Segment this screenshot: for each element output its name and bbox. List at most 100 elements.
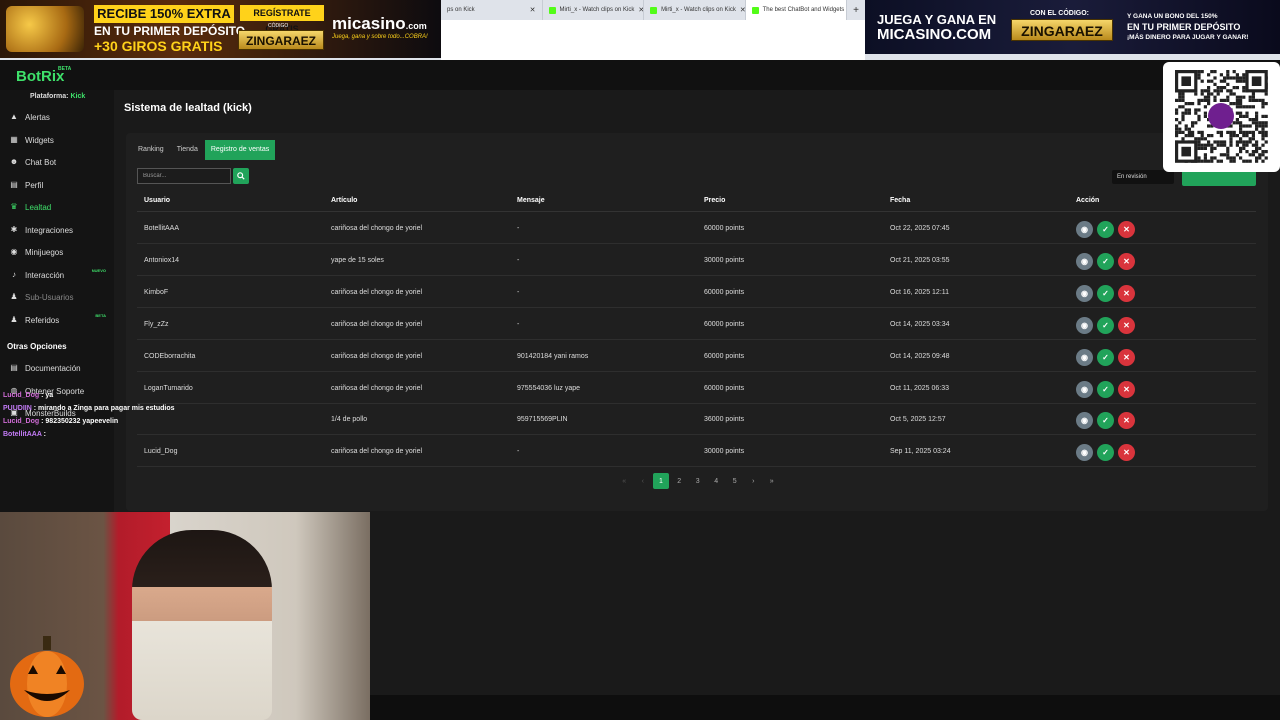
browser-tab[interactable]: Mirti_x - Watch clips on Kick ✕ bbox=[543, 0, 645, 20]
page-1-button[interactable]: 1 bbox=[653, 473, 669, 489]
tab-ranking[interactable]: Ranking bbox=[132, 140, 170, 160]
view-button[interactable]: ◉ bbox=[1076, 252, 1093, 270]
qr-module bbox=[1229, 140, 1233, 144]
next-page-button[interactable]: › bbox=[744, 473, 763, 489]
qr-module bbox=[1235, 102, 1239, 106]
sidebar-item-alertas[interactable]: ▲ Alertas bbox=[0, 108, 114, 126]
qr-module bbox=[1232, 156, 1236, 160]
reject-button[interactable]: ✕ bbox=[1118, 348, 1135, 366]
sidebar-item-perfil[interactable]: ▤ Perfil bbox=[0, 176, 114, 194]
view-button[interactable]: ◉ bbox=[1076, 380, 1093, 398]
user-plus-icon: ♟ bbox=[10, 315, 18, 324]
approve-button[interactable]: ✓ bbox=[1097, 412, 1114, 430]
column-articulo: Artículo bbox=[331, 197, 358, 204]
first-page-button[interactable]: « bbox=[615, 473, 634, 489]
cell-message: - bbox=[517, 256, 520, 264]
document-icon: ▤ bbox=[10, 363, 18, 372]
page-2-button[interactable]: 2 bbox=[670, 473, 689, 489]
qr-module bbox=[1248, 140, 1252, 144]
view-button[interactable]: ◉ bbox=[1076, 284, 1093, 302]
reject-button[interactable]: ✕ bbox=[1118, 316, 1135, 334]
sidebar-item-minijuegos[interactable]: ◉ Minijuegos bbox=[0, 243, 114, 261]
casino-ad-left[interactable]: RECIBE 150% EXTRA EN TU PRIMER DEPÓSITO … bbox=[0, 0, 441, 58]
cell-date: Oct 14, 2025 09:48 bbox=[890, 352, 950, 360]
qr-module bbox=[1235, 79, 1239, 83]
last-page-button[interactable]: » bbox=[763, 473, 782, 489]
close-icon[interactable]: ✕ bbox=[530, 6, 536, 14]
sidebar-item-label: Sub-Usuarios bbox=[25, 292, 74, 302]
view-button[interactable]: ◉ bbox=[1076, 412, 1093, 430]
ad-line3: +30 GIROS GRATIS bbox=[94, 38, 223, 54]
ad-register-button[interactable]: REGÍSTRATE GRATIS bbox=[240, 5, 324, 34]
filter-apply-button[interactable] bbox=[1182, 170, 1256, 186]
approve-button[interactable]: ✓ bbox=[1097, 380, 1114, 398]
page-3-button[interactable]: 3 bbox=[689, 473, 708, 489]
qr-module bbox=[1203, 105, 1207, 109]
qr-image bbox=[1175, 70, 1268, 163]
reject-button[interactable]: ✕ bbox=[1118, 444, 1135, 462]
qr-module bbox=[1216, 89, 1220, 93]
approve-button[interactable]: ✓ bbox=[1097, 444, 1114, 462]
page-4-button[interactable]: 4 bbox=[707, 473, 726, 489]
sidebar-item-widgets[interactable]: ▦ Widgets bbox=[0, 131, 114, 149]
view-button[interactable]: ◉ bbox=[1076, 348, 1093, 366]
qr-module bbox=[1248, 95, 1252, 99]
reject-button[interactable]: ✕ bbox=[1118, 380, 1135, 398]
browser-tab[interactable]: Mirti_x - Watch clips on Kick ✕ bbox=[644, 0, 746, 20]
browser-tab[interactable]: ps on Kick ✕ bbox=[441, 0, 543, 20]
search-input[interactable] bbox=[137, 168, 231, 184]
qr-module bbox=[1210, 159, 1214, 163]
qr-module bbox=[1223, 76, 1227, 80]
tab-tienda[interactable]: Tienda bbox=[170, 140, 204, 160]
search-button[interactable] bbox=[233, 168, 249, 184]
sidebar-item-sub-usuarios[interactable]: ♟ Sub-Usuarios bbox=[0, 288, 114, 306]
qr-module bbox=[1235, 111, 1239, 115]
sidebar-item-referidos[interactable]: ♟ Referidos BETA bbox=[0, 311, 114, 329]
qr-module bbox=[1210, 134, 1214, 138]
sidebar-item-documentaci-n[interactable]: ▤ Documentación bbox=[0, 359, 114, 377]
qr-module bbox=[1258, 130, 1262, 134]
view-button[interactable]: ◉ bbox=[1076, 316, 1093, 334]
cell-message: - bbox=[517, 288, 520, 296]
app-header bbox=[0, 60, 1280, 90]
browser-tab[interactable]: The best ChatBot and Widgets✕ bbox=[745, 0, 848, 20]
qr-module bbox=[1223, 143, 1227, 147]
qr-module bbox=[1255, 111, 1259, 115]
qr-module bbox=[1248, 159, 1252, 163]
approve-button[interactable]: ✓ bbox=[1097, 348, 1114, 366]
view-button[interactable]: ◉ bbox=[1076, 221, 1093, 238]
platform-label: Plataforma: bbox=[30, 93, 69, 100]
approve-button[interactable]: ✓ bbox=[1097, 284, 1114, 302]
casino-ad-right[interactable]: JUEGA Y GANA EN MICASINO.COM CON EL CÓDI… bbox=[865, 0, 1280, 54]
qr-module bbox=[1197, 140, 1201, 144]
reject-button[interactable]: ✕ bbox=[1118, 221, 1135, 238]
reject-button[interactable]: ✕ bbox=[1118, 412, 1135, 430]
row-actions: ◉ ✓ ✕ bbox=[1076, 348, 1135, 366]
qr-module bbox=[1235, 153, 1239, 157]
sidebar-item-lealtad[interactable]: ♛ Lealtad bbox=[0, 198, 114, 216]
cell-item: cariñosa del chongo de yoriel bbox=[331, 320, 423, 328]
approve-button[interactable]: ✓ bbox=[1097, 316, 1114, 334]
qr-module bbox=[1216, 140, 1220, 144]
sidebar-item-interacci-n[interactable]: ♪ Interacción NUEVO bbox=[0, 266, 114, 284]
approve-button[interactable]: ✓ bbox=[1097, 221, 1114, 238]
cell-user: Lucid_Dog bbox=[144, 448, 178, 456]
reject-button[interactable]: ✕ bbox=[1118, 252, 1135, 270]
sidebar-item-chat-bot[interactable]: ☻ Chat Bot bbox=[0, 153, 114, 171]
qr-module bbox=[1245, 124, 1249, 128]
view-button[interactable]: ◉ bbox=[1076, 444, 1093, 462]
plus-icon[interactable]: + bbox=[847, 5, 865, 16]
status-filter-select[interactable]: En revisión bbox=[1112, 170, 1174, 184]
reject-button[interactable]: ✕ bbox=[1118, 284, 1135, 302]
tab-registro-de-ventas[interactable]: Registro de ventas bbox=[204, 140, 276, 160]
qr-module bbox=[1255, 150, 1259, 154]
approve-button[interactable]: ✓ bbox=[1097, 252, 1114, 270]
sidebar-badge: NUEVO bbox=[91, 268, 106, 273]
qr-module bbox=[1255, 159, 1259, 163]
page-5-button[interactable]: 5 bbox=[726, 473, 745, 489]
qr-module bbox=[1203, 153, 1207, 157]
prev-page-button[interactable]: ‹ bbox=[634, 473, 653, 489]
qr-module bbox=[1239, 156, 1243, 160]
qr-module bbox=[1223, 86, 1227, 90]
sidebar-item-integraciones[interactable]: ✱ Integraciones bbox=[0, 221, 114, 239]
